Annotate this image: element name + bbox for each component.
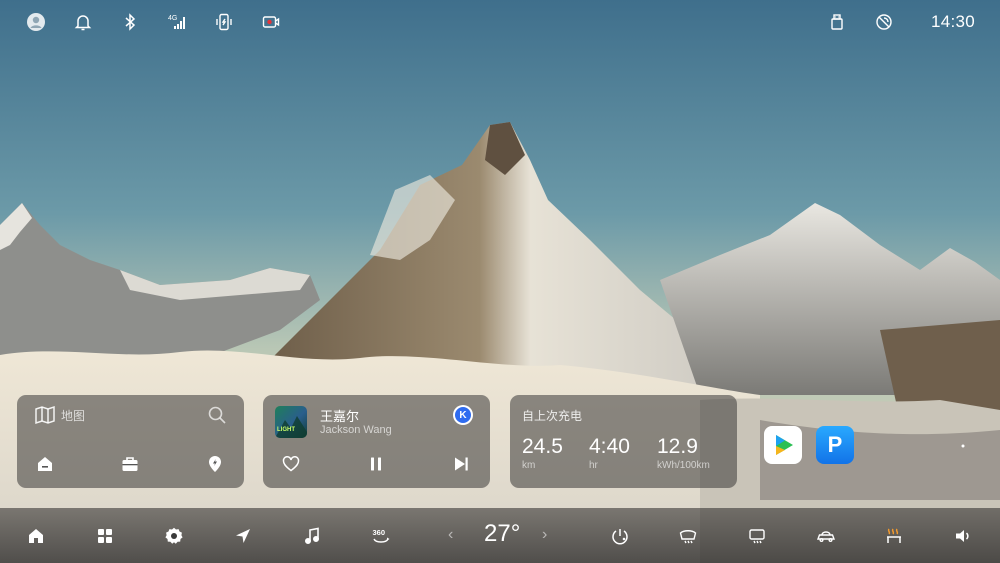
rear-defrost-button[interactable] <box>746 525 768 547</box>
favorite-button[interactable] <box>281 454 301 474</box>
front-defrost-icon <box>679 530 697 544</box>
heart-icon <box>282 456 300 472</box>
pause-icon <box>371 457 381 471</box>
cellular-signal-icon: 4G <box>166 11 188 33</box>
apps-grid-icon <box>98 529 112 543</box>
notification-bell-icon[interactable] <box>72 11 94 33</box>
user-avatar-icon[interactable] <box>25 11 47 33</box>
temperature-display[interactable]: 27° <box>484 520 520 548</box>
skip-next-icon <box>455 457 468 471</box>
music-button[interactable] <box>301 525 323 547</box>
camera-360-icon: 360 <box>373 528 390 543</box>
p-app-label: P <box>827 432 843 457</box>
consumption-stat: 12.9 kWh/100km <box>657 435 710 471</box>
kugou-icon: K <box>455 407 471 423</box>
apps-grid-button[interactable] <box>94 525 116 547</box>
rear-defrost-icon <box>749 529 765 544</box>
home-button[interactable] <box>25 525 47 547</box>
distance-value: 24.5 <box>522 435 563 458</box>
air-recirculation-button[interactable] <box>815 525 837 547</box>
search-icon[interactable] <box>207 405 227 425</box>
song-title: 王嘉尔 <box>320 409 360 424</box>
seat-heat-icon <box>887 528 901 543</box>
fan-power-icon <box>612 529 628 545</box>
navigation-button[interactable] <box>232 525 254 547</box>
next-track-button[interactable] <box>451 454 471 474</box>
duration-stat: 4:40 hr <box>589 435 630 471</box>
energy-since-charge-card[interactable]: 自上次充电 24.5 km 4:40 hr 12.9 kWh/100km <box>510 395 737 488</box>
poi-location-icon <box>209 456 221 472</box>
seat-heating-button[interactable] <box>883 525 905 547</box>
more-options-icon[interactable] <box>961 440 965 452</box>
album-text: LIGHT <box>277 427 295 433</box>
duration-unit: hr <box>589 460 598 471</box>
speaker-volume-icon <box>956 530 969 542</box>
consumption-unit: kWh/100km <box>657 460 710 471</box>
satellite-signal-icon <box>873 11 895 33</box>
video-app-button[interactable] <box>764 426 802 464</box>
map-title: 地图 <box>61 409 86 423</box>
song-artist: Jackson Wang <box>320 424 392 436</box>
front-defrost-button[interactable] <box>677 525 699 547</box>
usb-drive-icon[interactable] <box>826 11 848 33</box>
phone-projection-icon[interactable] <box>213 11 235 33</box>
gear-icon <box>165 527 183 544</box>
bluetooth-icon[interactable] <box>119 11 141 33</box>
map-icon <box>35 405 55 425</box>
music-source-badge[interactable]: K <box>453 405 473 425</box>
camera-360-button[interactable]: 360 <box>370 525 392 547</box>
status-bar: 4G 14:30 <box>0 0 1000 44</box>
work-briefcase-icon <box>122 457 138 471</box>
work-shortcut-button[interactable] <box>120 454 140 474</box>
distance-unit: km <box>522 460 536 471</box>
temp-increase-button[interactable]: › <box>542 526 547 544</box>
bottom-dock: 360 ‹ 27° › <box>0 508 1000 563</box>
navigation-card[interactable]: 地图 <box>17 395 244 488</box>
p-app-button[interactable]: P <box>816 426 854 464</box>
duration-value: 4:40 <box>589 435 630 458</box>
settings-button[interactable] <box>163 525 185 547</box>
consumption-value: 12.9 <box>657 435 698 458</box>
navigation-arrow-icon <box>236 529 250 543</box>
music-card[interactable]: LIGHT 王嘉尔 Jackson Wang K <box>263 395 490 488</box>
volume-button[interactable] <box>952 525 974 547</box>
car-recirculation-icon <box>816 531 836 542</box>
camera-360-label: 360 <box>373 528 386 537</box>
home-shortcut-button[interactable] <box>35 454 55 474</box>
home-icon <box>29 529 43 543</box>
dashcam-recording-icon[interactable] <box>260 11 282 33</box>
temp-decrease-button[interactable]: ‹ <box>448 526 453 544</box>
pause-button[interactable] <box>366 454 386 474</box>
music-note-icon <box>304 527 320 545</box>
distance-stat: 24.5 km <box>522 435 563 471</box>
climate-power-button[interactable] <box>609 525 631 547</box>
energy-card-title: 自上次充电 <box>522 409 583 423</box>
network-label: 4G <box>168 15 177 22</box>
poi-shortcut-button[interactable] <box>205 454 225 474</box>
album-cover[interactable]: LIGHT <box>275 406 307 438</box>
clock: 14:30 <box>930 12 975 31</box>
video-play-icon <box>776 435 793 455</box>
home-icon <box>38 457 52 471</box>
